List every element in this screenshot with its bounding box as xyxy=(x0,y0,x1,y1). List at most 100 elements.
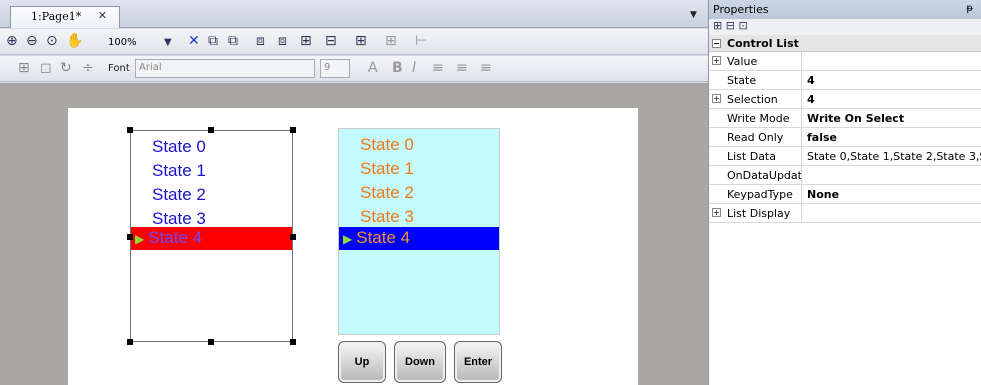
group-icon[interactable]: ⊞ xyxy=(300,33,312,49)
property-pages-icon[interactable]: ⊡ xyxy=(738,19,747,32)
tab-page1[interactable]: 1:Page1* ✕ xyxy=(10,6,120,28)
list-item[interactable]: State 2 xyxy=(339,182,499,203)
property-row[interactable]: OnDataUpdate xyxy=(709,166,981,185)
categorized-icon[interactable]: ⊞ xyxy=(713,19,722,32)
rotate-icon[interactable]: ↻ xyxy=(60,60,72,76)
italic-icon[interactable]: I xyxy=(412,60,416,76)
resize-handle[interactable] xyxy=(290,127,296,133)
property-name: Write Mode xyxy=(727,112,790,125)
expand-icon[interactable]: + xyxy=(712,56,721,65)
list-item-selected[interactable]: ▶ State 4 xyxy=(131,227,292,250)
font-size-combo[interactable]: 9 xyxy=(320,59,350,78)
property-name: OnDataUpdate xyxy=(727,169,801,182)
list-item[interactable]: State 2 xyxy=(131,184,292,205)
property-row[interactable]: List Data State 0,State 1,State 2,State 3… xyxy=(709,147,981,166)
resize-handle[interactable] xyxy=(290,234,296,240)
pan-hand-icon[interactable]: ✋ xyxy=(66,33,83,49)
align-icon[interactable]: ⊟ xyxy=(325,33,337,49)
align-center-icon[interactable]: ≡ xyxy=(456,60,468,76)
property-row[interactable]: State 4 xyxy=(709,71,981,90)
copy-icon[interactable]: ⧉ xyxy=(208,33,218,49)
property-name: State xyxy=(727,74,757,87)
tab-bar: 1:Page1* ✕ ▼ xyxy=(0,0,708,28)
control-list-left[interactable]: State 0 State 1 State 2 State 3 ▶ State 4 xyxy=(130,130,293,342)
bold-icon[interactable]: B xyxy=(392,60,403,76)
bring-front-icon[interactable]: ⧈ xyxy=(256,33,265,49)
close-icon[interactable]: ✕ xyxy=(98,9,107,22)
selection-arrow-icon: ▶ xyxy=(135,232,145,246)
resize-handle[interactable] xyxy=(208,127,214,133)
zoom-dropdown-icon[interactable]: ▼ xyxy=(164,35,172,51)
zoom-in-icon[interactable]: ⊕ xyxy=(6,33,18,49)
align-left-icon[interactable]: ≡ xyxy=(432,60,444,76)
resize-handle[interactable] xyxy=(208,339,214,345)
property-row[interactable]: + Selection 4 xyxy=(709,90,981,109)
enter-button[interactable]: Enter xyxy=(454,341,502,383)
table-icon[interactable]: ⊞ xyxy=(18,60,30,76)
zoom-combo[interactable]: 100% xyxy=(108,37,137,48)
properties-title: Properties xyxy=(713,3,769,16)
list-item-selected[interactable]: ▶ State 4 xyxy=(339,227,499,250)
delete-icon[interactable]: ✕ xyxy=(188,33,200,49)
zoom-out-icon[interactable]: ⊖ xyxy=(26,33,38,49)
resize-handle[interactable] xyxy=(127,234,133,240)
list-item-label: State 4 xyxy=(356,228,411,247)
resize-handle[interactable] xyxy=(127,127,133,133)
font-color-icon[interactable]: A xyxy=(368,60,378,76)
divider-icon[interactable]: ÷ xyxy=(82,60,94,76)
property-value[interactable] xyxy=(801,52,981,70)
spacing-icon[interactable]: ⊢ xyxy=(415,33,427,49)
property-row[interactable]: Write Mode Write On Select xyxy=(709,109,981,128)
list-item[interactable]: State 3 xyxy=(339,206,499,227)
selection-arrow-icon: ▶ xyxy=(343,232,353,246)
property-value[interactable]: 4 xyxy=(801,71,981,89)
property-value[interactable]: State 0,State 1,State 2,State 3,Sta xyxy=(801,147,981,165)
list-item[interactable]: State 1 xyxy=(339,158,499,179)
properties-panel: Properties ᵽ ⊞ ⊟ ⊡ − Control List + Value… xyxy=(708,0,981,385)
property-row[interactable]: Read Only false xyxy=(709,128,981,147)
property-value[interactable]: None xyxy=(801,185,981,203)
list-item[interactable]: State 1 xyxy=(131,160,292,181)
property-row[interactable]: + Value xyxy=(709,52,981,71)
list-item[interactable]: State 0 xyxy=(131,136,292,157)
property-value[interactable] xyxy=(801,166,981,184)
paste-icon[interactable]: ⧉ xyxy=(228,33,238,49)
toolbar-format: ⊕ ⊖ ⊙ ✋ 100% ▼ ✕ ⧉ ⧉ ⧈ ⧈ ⊞ ⊟ ⊞ ⊞ ⊢ xyxy=(0,29,708,55)
tab-dropdown-icon[interactable]: ▼ xyxy=(690,10,697,20)
up-button[interactable]: Up xyxy=(338,341,386,383)
category-control-list[interactable]: − Control List xyxy=(709,35,981,52)
property-value[interactable]: Write On Select xyxy=(801,109,981,127)
send-back-icon[interactable]: ⧈ xyxy=(278,33,287,49)
page-canvas: State 0 State 1 State 2 State 3 ▶ State 4… xyxy=(68,108,638,385)
font-combo[interactable]: Arial xyxy=(135,59,315,78)
layout-icon[interactable]: ⊞ xyxy=(385,33,397,49)
resize-handle[interactable] xyxy=(127,339,133,345)
list-item[interactable]: State 0 xyxy=(339,134,499,155)
expand-icon[interactable]: + xyxy=(712,208,721,217)
font-label: Font xyxy=(108,63,130,74)
frame-icon[interactable]: ◻ xyxy=(40,60,52,76)
property-row[interactable]: + List Display xyxy=(709,204,981,223)
property-row[interactable]: KeypadType None xyxy=(709,185,981,204)
property-value[interactable]: false xyxy=(801,128,981,146)
control-list-right[interactable]: State 0 State 1 State 2 State 3 ▶ State 4 xyxy=(338,128,500,335)
align-right-icon[interactable]: ≡ xyxy=(480,60,492,76)
canvas-area: State 0 State 1 State 2 State 3 ▶ State 4… xyxy=(0,83,708,385)
category-label: Control List xyxy=(727,37,799,50)
pin-icon[interactable]: ᵽ xyxy=(966,3,973,14)
property-value[interactable]: 4 xyxy=(801,90,981,108)
list-item[interactable]: State 3 xyxy=(131,208,292,229)
alphabetical-icon[interactable]: ⊟ xyxy=(726,19,735,32)
property-value[interactable] xyxy=(801,204,981,222)
property-name: Read Only xyxy=(727,131,784,144)
toolbar-font: ⊞ ◻ ↻ ÷ Font Arial 9 A B I ≡ ≡ ≡ xyxy=(0,56,708,82)
property-name: List Data xyxy=(727,150,776,163)
zoom-fit-icon[interactable]: ⊙ xyxy=(46,33,58,49)
tab-title: 1:Page1* xyxy=(31,10,82,23)
down-button[interactable]: Down xyxy=(394,341,446,383)
properties-header: Properties ᵽ xyxy=(709,0,981,19)
grid-icon[interactable]: ⊞ xyxy=(355,33,367,49)
resize-handle[interactable] xyxy=(290,339,296,345)
collapse-icon[interactable]: − xyxy=(712,39,721,48)
expand-icon[interactable]: + xyxy=(712,94,721,103)
